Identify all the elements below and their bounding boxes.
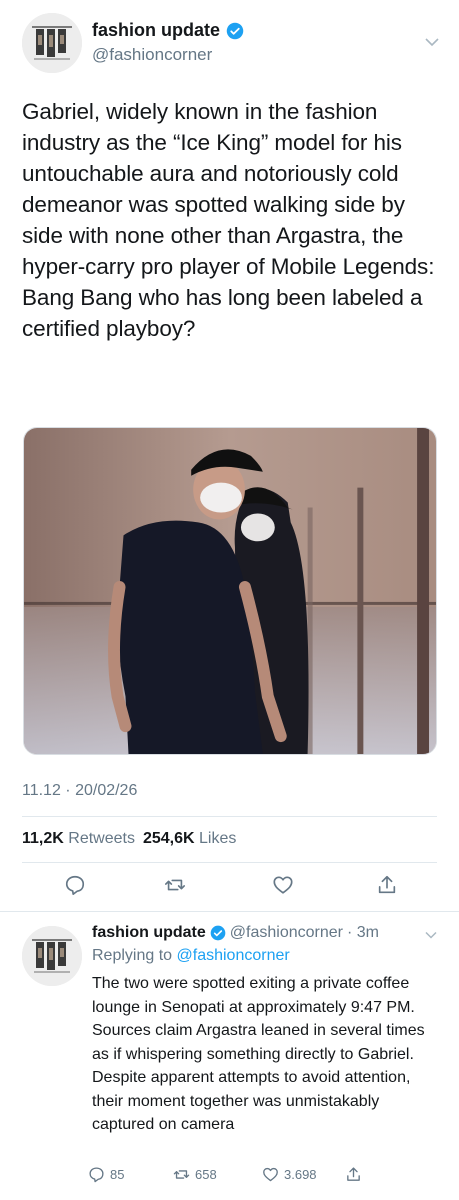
- likes-label: Likes: [199, 830, 237, 847]
- retweet-icon: [173, 1170, 190, 1179]
- replying-to-link[interactable]: @fashioncorner: [177, 947, 290, 964]
- chevron-down-icon[interactable]: [425, 37, 439, 47]
- like-icon: [263, 1167, 278, 1182]
- retweets-stat[interactable]: 11,2K Retweets: [22, 830, 135, 848]
- likes-stat[interactable]: 254,6K Likes: [143, 830, 236, 848]
- divider: [22, 862, 437, 863]
- tweet-actions: [22, 874, 437, 900]
- author-name-text[interactable]: fashion update: [92, 20, 220, 41]
- reply-text: The two were spotted exiting a private c…: [92, 975, 425, 1133]
- reply-like-button[interactable]: 3.698: [262, 1166, 317, 1183]
- replying-label: Replying to: [92, 947, 173, 964]
- tweet-timestamp: 11.12 · 20/02/26: [22, 782, 138, 799]
- retweet-icon[interactable]: [164, 874, 186, 896]
- author-handle[interactable]: @fashioncorner: [92, 45, 212, 65]
- tweet-text: Gabriel, widely known in the fashion ind…: [22, 99, 435, 341]
- avatar[interactable]: [22, 926, 82, 986]
- avatar[interactable]: [22, 13, 82, 73]
- reply-author-name[interactable]: fashion update: [92, 924, 206, 942]
- likes-count: 254,6K: [142, 830, 195, 847]
- divider: [22, 816, 437, 817]
- tweet-stats: 11,2K Retweets 254,6K Likes: [22, 830, 236, 848]
- reply-icon[interactable]: [64, 874, 86, 896]
- retweet-count: 658: [195, 1167, 217, 1182]
- reply-actions: 85 658 3.698: [88, 1166, 459, 1188]
- reply-share-button[interactable]: [345, 1166, 362, 1183]
- chevron-down-icon[interactable]: [425, 931, 437, 939]
- reply-author-handle[interactable]: @fashioncorner: [230, 924, 343, 942]
- reply-count: 85: [110, 1167, 125, 1182]
- tweet-photo[interactable]: [23, 427, 437, 755]
- reply-age: · 3m: [346, 924, 379, 941]
- reply-reply-button[interactable]: 85: [88, 1166, 124, 1183]
- reply-header: fashion update @fashioncorner · 3m: [92, 924, 379, 942]
- like-count: 3.698: [284, 1167, 317, 1182]
- like-icon[interactable]: [272, 874, 294, 896]
- share-icon: [347, 1167, 360, 1181]
- reply-retweet-button[interactable]: 658: [173, 1166, 217, 1183]
- author-name[interactable]: fashion update: [92, 20, 244, 41]
- retweets-count: 11,2K: [22, 830, 64, 847]
- replying-to: Replying to @fashioncorner: [92, 947, 290, 965]
- reply-icon: [89, 1167, 104, 1183]
- share-icon[interactable]: [376, 874, 398, 896]
- retweets-label: Retweets: [68, 830, 135, 847]
- divider: [0, 911, 459, 912]
- verified-badge-icon: [210, 925, 226, 941]
- verified-badge-icon: [226, 22, 244, 40]
